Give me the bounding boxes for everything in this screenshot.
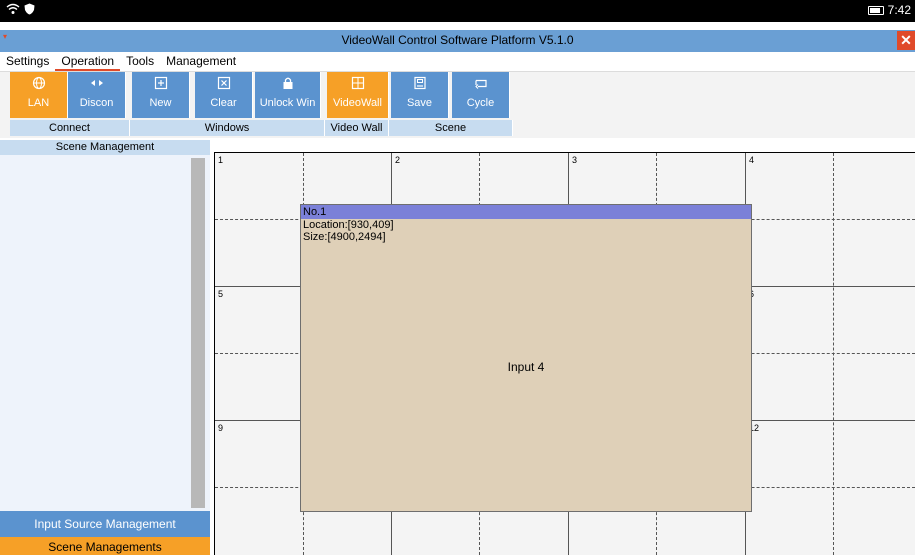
cycle-icon — [474, 79, 487, 89]
videowall-label: VideoWall — [333, 97, 382, 109]
screen-number: 5 — [218, 289, 224, 299]
battery-icon — [867, 5, 884, 15]
menu-settings[interactable]: Settings — [0, 52, 55, 71]
shield-icon — [24, 2, 35, 20]
disconnect-button[interactable]: Discon — [68, 72, 126, 118]
scene-managements-button[interactable]: Scene Managements — [0, 537, 210, 555]
menu-operation[interactable]: Operation — [55, 52, 121, 71]
lock-icon — [283, 77, 292, 89]
screen-number: 4 — [749, 155, 755, 165]
signal-window-location: Location:[930,409] — [303, 219, 394, 231]
screen-number: 9 — [218, 423, 224, 433]
discon-label: Discon — [79, 97, 114, 109]
clear-window-icon — [217, 76, 230, 90]
new-label: New — [149, 97, 172, 109]
new-window-button[interactable]: New — [132, 72, 190, 118]
group-windows: Windows — [130, 120, 325, 136]
cycle-button[interactable]: Cycle — [452, 72, 510, 118]
disconnect-arrows-icon — [90, 80, 103, 86]
unlock-label: Unlock Win — [259, 97, 316, 109]
lan-label: LAN — [27, 97, 50, 109]
screen-number: 1 — [218, 155, 224, 165]
signal-window-size: Size:[4900,2494] — [303, 231, 386, 243]
globe-icon — [32, 76, 45, 90]
new-window-icon — [154, 76, 167, 90]
clear-label: Clear — [210, 97, 237, 109]
screen-number: 3 — [572, 155, 578, 165]
scene-list-panel[interactable] — [0, 155, 210, 511]
clock: 7:42 — [887, 3, 911, 17]
grid-icon — [351, 76, 364, 90]
scene-management-header: Scene Management — [0, 140, 210, 155]
wall-gridline — [833, 153, 834, 555]
scene-list-scrollbar[interactable] — [191, 158, 205, 508]
videowall-button[interactable]: VideoWall — [327, 72, 389, 118]
close-button[interactable]: ✕ — [897, 31, 915, 50]
app-root: 7:42 ▾ VideoWall Control Software Platfo… — [0, 0, 915, 555]
window-title: VideoWall Control Software Platform V5.1… — [341, 33, 574, 47]
ribbon-toolbar: LAN Discon New Clear Unlock Win VideoWal… — [0, 72, 915, 138]
menu-tools[interactable]: Tools — [120, 52, 160, 71]
clear-button[interactable]: Clear — [195, 72, 253, 118]
group-video-wall: Video Wall — [325, 120, 389, 136]
signal-window-title[interactable]: No.1 — [301, 205, 751, 219]
wifi-icon — [6, 2, 20, 20]
save-label: Save — [406, 97, 433, 109]
input-source-management-button[interactable]: Input Source Management — [0, 511, 210, 537]
title-bar: ▾ VideoWall Control Software Platform V5… — [0, 30, 915, 52]
save-scene-button[interactable]: Save — [391, 72, 449, 118]
signal-window-source: Input 4 — [507, 360, 545, 374]
video-wall-canvas[interactable]: 1 2 3 4 5 6 9 12 No.1 Location:[930,409]… — [214, 152, 915, 555]
cycle-label: Cycle — [466, 97, 495, 109]
signal-window[interactable]: No.1 Location:[930,409] Size:[4900,2494]… — [300, 204, 752, 512]
menu-management[interactable]: Management — [160, 52, 242, 71]
group-connect: Connect — [10, 120, 130, 136]
lan-button[interactable]: LAN — [10, 72, 68, 118]
unlock-window-button[interactable]: Unlock Win — [255, 72, 321, 118]
menu-bar: Settings Operation Tools Management — [0, 52, 915, 72]
save-icon — [413, 76, 426, 90]
screen-number: 2 — [395, 155, 401, 165]
group-scene: Scene — [389, 120, 513, 136]
status-gap — [0, 22, 915, 30]
status-bar: 7:42 — [0, 0, 915, 22]
